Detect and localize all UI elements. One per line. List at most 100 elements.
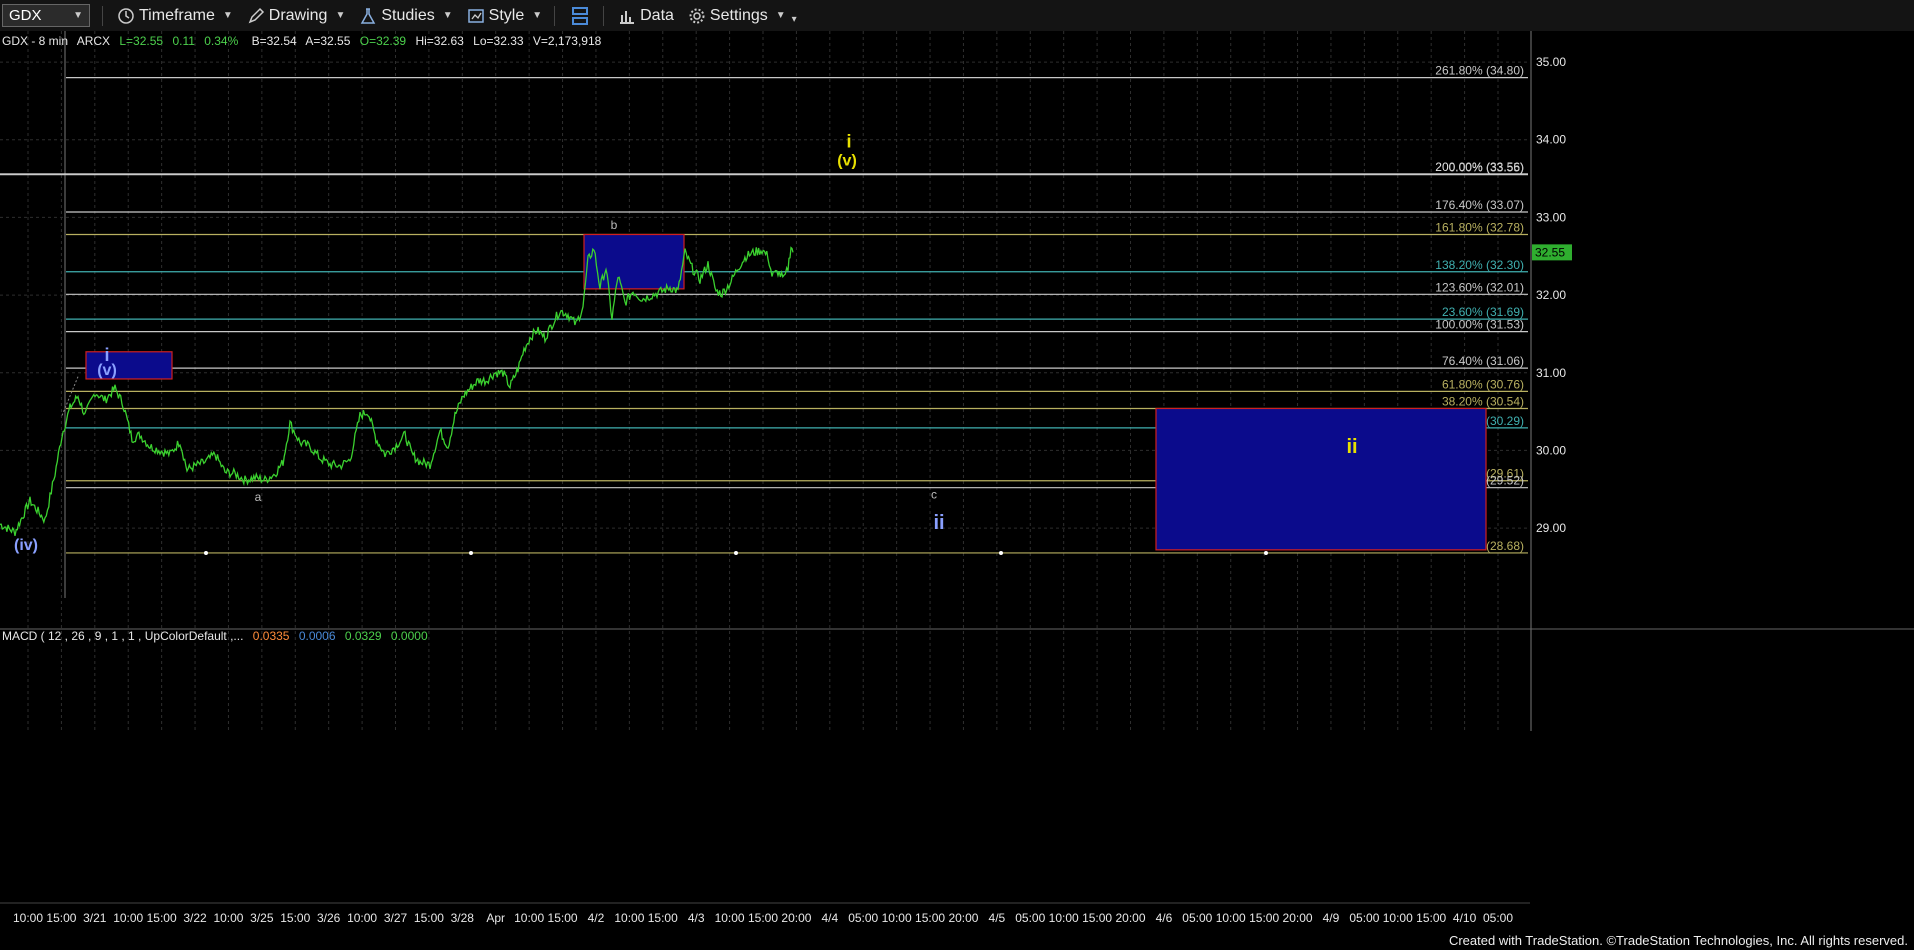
time-axis-tick: 05:00 [1015,911,1045,925]
toolbar-divider [554,5,556,26]
time-axis-tick: 4/10 [1453,911,1477,925]
target-box [1155,407,1487,551]
price-axis-tick: 34.00 [1536,133,1566,147]
wave-label: i [846,132,851,152]
price-chart[interactable]: 261.80% (34.80)200.00% (33.56)0.00% (33.… [0,31,1914,950]
toolbar: GDX ▼ Timeframe ▼ Drawing ▼ Studies ▼ St… [0,0,1914,32]
time-axis-tick: 4/9 [1323,911,1340,925]
time-axis-tick: 05:00 [848,911,878,925]
price-axis-tick: 29.00 [1536,521,1566,535]
fib-level-label: 261.80% (34.80) [1435,64,1524,78]
wave-label: ii [1346,436,1357,458]
time-axis-tick: 4/2 [588,911,605,925]
change-pct-text: 0.34% [204,34,238,48]
symbol-text: GDX [9,7,42,24]
wave-label: c [931,488,937,502]
fib-level-label: 38.20% (30.54) [1442,394,1524,408]
time-axis-tick: 20:00 [1283,911,1313,925]
macd-label: MACD ( 12 , 26 , 9 , 1 , 1 , UpColorDefa… [2,629,243,643]
price-axis-tick: 30.00 [1536,443,1566,457]
flask-icon [361,7,376,24]
chevron-down-icon: ▼ [222,10,233,21]
macd-value: 0.0335 [253,629,290,643]
fib-level-label: 76.40% (31.06) [1442,354,1524,368]
time-axis-tick: 4/6 [1156,911,1173,925]
wave-label: b [611,218,618,232]
last-price-text: L=32.55 [119,34,163,48]
time-axis-tick: 20:00 [948,911,978,925]
toolbar-divider [603,5,605,26]
time-axis-tick: 10:00 [614,911,644,925]
ask-text: A=32.55 [305,34,350,48]
price-axis-tick: 35.00 [1536,55,1566,69]
last-price-tag-text: 32.55 [1535,245,1565,259]
time-axis-tick: 15:00 [548,911,578,925]
time-axis-tick: 10:00 [113,911,143,925]
macd-zero: 0.0000 [391,629,428,643]
fib-level-label: 123.60% (32.01) [1435,280,1524,294]
change-text: 0.11 [172,34,195,48]
chart-title: GDX - 8 min [2,34,68,48]
fib-level-label: 100.00% (31.53) [1435,318,1524,332]
time-axis-tick: 15:00 [915,911,945,925]
timeframe-menu[interactable]: Timeframe ▼ [117,7,233,25]
settings-menu[interactable]: Settings ▼ [688,7,786,25]
time-axis-tick: 15:00 [46,911,76,925]
fib-level-label: 176.40% (33.07) [1435,198,1524,212]
chevron-down-icon: ▼ [532,10,543,21]
style-icon [467,8,484,23]
data-menu[interactable]: Data [618,7,674,25]
time-axis-tick: Apr [486,911,505,925]
volume-text: V=2,173,918 [533,34,602,48]
gear-icon [689,8,705,23]
time-axis-tick: 3/21 [83,911,107,925]
wave-label: a [255,490,262,504]
level-marker-dot [734,550,738,555]
time-axis-tick: 15:00 [1416,911,1446,925]
price-axis-tick: 33.00 [1536,210,1566,224]
time-axis-tick: 20:00 [781,911,811,925]
time-axis-tick: 3/26 [317,911,341,925]
price-axis-tick: 32.00 [1536,288,1566,302]
high-text: Hi=32.63 [415,34,464,48]
open-text: O=32.39 [360,34,407,48]
macd-signal: 0.0006 [299,629,336,643]
time-axis-tick: 10:00 [1216,911,1246,925]
time-axis-tick: 10:00 [1049,911,1079,925]
wave-label: ii [933,512,944,534]
fib-level-label: 0.00% (33.55) [1449,161,1524,175]
time-axis-tick: 3/22 [183,911,207,925]
level-marker-dot [204,550,208,555]
chevron-down-icon: ▼ [73,10,83,21]
time-axis-tick: 15:00 [414,911,444,925]
footer-credit: Created with TradeStation. ©TradeStation… [1448,933,1908,948]
macd-diff: 0.0329 [345,629,382,643]
time-axis-tick: 10:00 [1383,911,1413,925]
macd-legend: MACD ( 12 , 26 , 9 , 1 , 1 , UpColorDefa… [2,629,428,643]
studies-menu[interactable]: Studies ▼ [359,7,453,25]
time-axis-tick: 10:00 [13,911,43,925]
layout-icon[interactable] [569,5,591,27]
level-marker-dot [469,550,473,555]
symbol-selector[interactable]: GDX ▼ [2,4,90,27]
chevron-down-icon: ▼ [335,10,346,21]
bid-text: B=32.54 [252,34,297,48]
time-axis-tick: 10:00 [715,911,745,925]
wave-label: (v) [837,152,857,169]
toolbar-overflow-icon[interactable]: ▾ [792,14,797,25]
drawing-menu[interactable]: Drawing ▼ [247,7,346,25]
time-axis-tick: 10:00 [514,911,544,925]
settings-label: Settings [709,6,768,24]
time-axis-tick: 20:00 [1115,911,1145,925]
style-menu[interactable]: Style ▼ [467,7,542,25]
time-axis-tick: 05:00 [1349,911,1379,925]
fib-level-label: 61.80% (30.76) [1442,377,1524,391]
time-axis-tick: 10:00 [347,911,377,925]
chevron-down-icon: ▼ [442,10,453,21]
time-axis-tick: 15:00 [147,911,177,925]
level-marker-dot [999,550,1003,555]
chevron-down-icon: ▼ [775,10,786,21]
fib-level-label: 138.20% (32.30) [1435,258,1524,272]
time-axis-tick: 3/25 [250,911,274,925]
time-axis-tick: 15:00 [1249,911,1279,925]
